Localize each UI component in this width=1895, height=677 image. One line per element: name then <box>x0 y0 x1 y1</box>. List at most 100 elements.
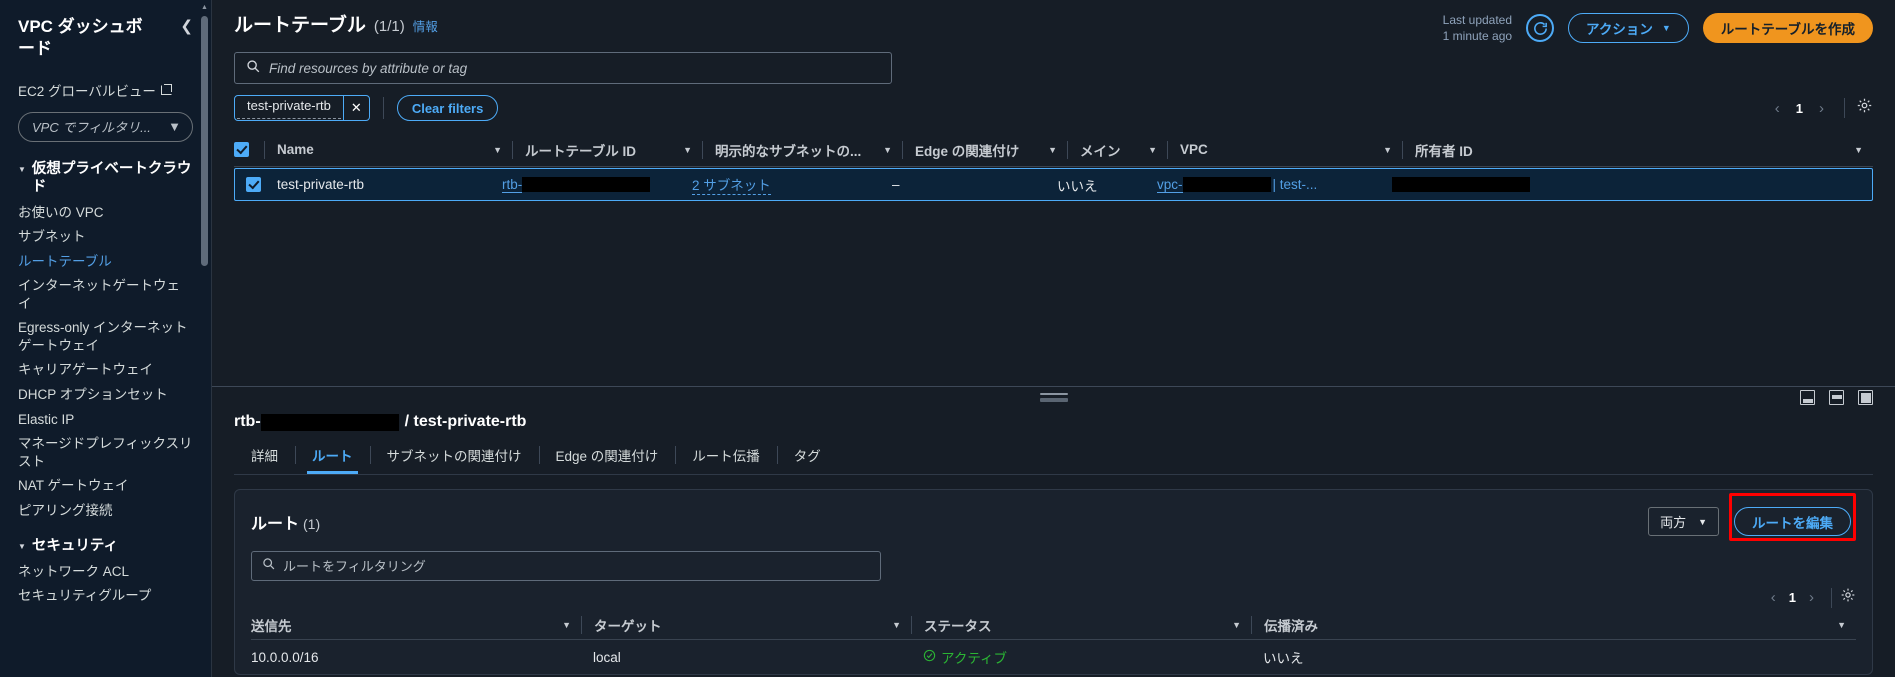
sidebar-group-vpc[interactable]: ▼ 仮想プライベートクラウド <box>18 160 193 197</box>
routes-filter-field[interactable] <box>283 558 870 574</box>
route-table-id-link[interactable]: rtb- <box>502 177 523 193</box>
row-checkbox[interactable] <box>246 177 261 193</box>
sort-descending-icon[interactable]: ▼ <box>892 620 911 630</box>
redacted-vpc-id <box>1182 177 1271 193</box>
column-header-owner-id[interactable]: 所有者 ID ▼ <box>1402 133 1873 166</box>
divider <box>1402 140 1403 159</box>
sort-descending-icon[interactable]: ▼ <box>883 145 902 155</box>
sidebar-item-elastic-ips[interactable]: Elastic IP <box>18 404 193 429</box>
sort-descending-icon[interactable]: ▼ <box>1232 620 1251 630</box>
sort-descending-icon[interactable]: ▼ <box>493 145 512 155</box>
sidebar-item-managed-prefix-lists[interactable]: マネージドプレフィックスリスト <box>18 428 193 470</box>
pagination-next-button[interactable]: › <box>1810 100 1833 117</box>
routes-card: ルート(1) 両方 ▼ ルートを編集 ‹ 1 <box>234 489 1873 675</box>
routes-table-row[interactable]: 10.0.0.0/16 local アクティブ いいえ <box>251 640 1856 674</box>
info-link[interactable]: 情報 <box>413 16 438 35</box>
search-input[interactable] <box>234 52 892 85</box>
divider <box>702 140 703 159</box>
gear-icon[interactable] <box>1840 587 1856 608</box>
panel-side-icon[interactable] <box>1829 390 1844 405</box>
column-header-main[interactable]: メイン ▼ <box>1067 133 1167 166</box>
routes-column-destination[interactable]: 送信先 ▼ <box>251 610 581 639</box>
resize-handle[interactable] <box>1039 393 1068 402</box>
routes-pagination-next-button[interactable]: › <box>1800 589 1823 606</box>
column-header-name[interactable]: Name ▼ <box>264 133 512 166</box>
column-header-edge-association[interactable]: Edge の関連付け ▼ <box>902 133 1067 166</box>
cell-route-table-id[interactable]: rtb- <box>502 169 692 200</box>
cell-owner-id <box>1392 169 1872 200</box>
route-type-select[interactable]: 両方 ▼ <box>1648 507 1719 536</box>
scrollbar-thumb[interactable] <box>201 16 208 266</box>
clear-filters-button[interactable]: Clear filters <box>396 95 499 122</box>
route-tables-pane: ルートテーブル (1/1) 情報 Last updated 1 minute a… <box>212 0 1895 386</box>
sidebar-item-peering-connections[interactable]: ピアリング接続 <box>18 495 193 520</box>
create-route-table-button[interactable]: ルートテーブルを作成 <box>1702 13 1873 44</box>
column-header-vpc[interactable]: VPC ▼ <box>1167 133 1402 166</box>
routes-column-propagated[interactable]: 伝播済み ▼ <box>1251 610 1856 639</box>
select-all-checkbox[interactable] <box>234 142 249 158</box>
vpc-filter-select[interactable]: VPC でフィルタリ... ▼ <box>18 111 193 142</box>
sort-descending-icon[interactable]: ▼ <box>1148 145 1167 155</box>
tab-details[interactable]: 詳細 <box>234 439 295 474</box>
routes-column-status[interactable]: ステータス ▼ <box>911 610 1251 639</box>
sidebar-item-security-groups[interactable]: セキュリティグループ <box>18 580 193 605</box>
sidebar-item-your-vpcs[interactable]: お使いの VPC <box>18 197 193 222</box>
tab-routes[interactable]: ルート <box>295 439 370 474</box>
sort-descending-icon[interactable]: ▼ <box>683 145 702 155</box>
table-row[interactable]: test-private-rtb rtb- 2 サブネット – いいえ vpc-… <box>234 168 1873 202</box>
refresh-icon[interactable] <box>1526 14 1555 43</box>
sort-descending-icon[interactable]: ▼ <box>1837 620 1856 630</box>
sidebar-item-carrier-gateways[interactable]: キャリアゲートウェイ <box>18 354 193 379</box>
tab-tags[interactable]: タグ <box>776 439 838 474</box>
tab-route-propagation[interactable]: ルート伝播 <box>675 439 777 474</box>
routes-column-target[interactable]: ターゲット ▼ <box>581 610 911 639</box>
subnets-link[interactable]: 2 サブネット <box>692 174 771 196</box>
routes-pagination: ‹ 1 › <box>251 587 1856 608</box>
tab-subnet-associations[interactable]: サブネットの関連付け <box>369 439 539 474</box>
sidebar-scrollbar[interactable]: ▲ <box>201 4 208 673</box>
sidebar-item-egress-only-igw[interactable]: Egress-only インターネットゲートウェイ <box>18 312 193 354</box>
column-header-main-label: メイン <box>1080 143 1121 159</box>
sidebar-collapse-icon[interactable]: ❮ <box>180 16 193 34</box>
filter-chip[interactable]: test-private-rtb ✕ <box>234 95 370 122</box>
sidebar-item-subnets[interactable]: サブネット <box>18 221 193 246</box>
panel-layout-icons <box>1800 390 1873 405</box>
routes-cell-status: アクティブ <box>911 640 1251 674</box>
cell-name: test-private-rtb <box>277 177 365 193</box>
routes-pagination-page-1[interactable]: 1 <box>1785 590 1800 605</box>
sidebar-group-vpc-label: 仮想プライベートクラウド <box>31 160 192 196</box>
actions-button[interactable]: アクション ▼ <box>1568 13 1689 44</box>
cell-vpc[interactable]: vpc- | test-... <box>1157 169 1392 200</box>
cell-explicit-subnets[interactable]: 2 サブネット <box>692 169 892 200</box>
sidebar-item-nat-gateways[interactable]: NAT ゲートウェイ <box>18 470 193 495</box>
search-field[interactable] <box>269 60 880 76</box>
gear-icon[interactable] <box>1856 97 1873 119</box>
sidebar-item-route-tables[interactable]: ルートテーブル <box>18 246 193 271</box>
routes-pagination-prev-button[interactable]: ‹ <box>1762 589 1785 606</box>
sidebar-group-security[interactable]: ▼ セキュリティ <box>18 537 193 556</box>
column-header-route-table-id[interactable]: ルートテーブル ID ▼ <box>512 133 702 166</box>
sidebar-item-internet-gateways[interactable]: インターネットゲートウェイ <box>18 270 193 312</box>
detail-panel: rtb- / test-private-rtb 詳細 ルート サブネットの関連付け… <box>212 409 1895 474</box>
sort-descending-icon[interactable]: ▼ <box>562 620 581 630</box>
sidebar-item-ec2-global-view[interactable]: EC2 グローバルビュー <box>18 80 193 100</box>
sort-descending-icon[interactable]: ▼ <box>1048 145 1067 155</box>
sort-descending-icon[interactable]: ▼ <box>1854 145 1873 155</box>
sort-descending-icon[interactable]: ▼ <box>1383 145 1402 155</box>
close-icon[interactable]: ✕ <box>342 96 369 121</box>
split-panel-toolbar <box>212 387 1895 409</box>
panel-full-icon[interactable] <box>1858 390 1873 405</box>
routes-card-count: (1) <box>303 515 321 532</box>
column-header-explicit-subnet[interactable]: 明示的なサブネットの... ▼ <box>702 133 902 166</box>
pagination-page-1[interactable]: 1 <box>1792 101 1807 116</box>
vpc-link[interactable]: vpc- <box>1157 177 1183 193</box>
edit-routes-button[interactable]: ルートを編集 <box>1734 507 1851 536</box>
pagination-prev-button[interactable]: ‹ <box>1766 100 1789 117</box>
scroll-up-arrow-icon[interactable]: ▲ <box>201 4 208 12</box>
panel-bottom-icon[interactable] <box>1800 390 1815 405</box>
sidebar-item-dhcp-option-sets[interactable]: DHCP オプションセット <box>18 379 193 404</box>
sidebar-item-network-acls[interactable]: ネットワーク ACL <box>18 556 193 581</box>
tab-edge-associations[interactable]: Edge の関連付け <box>538 439 676 474</box>
routes-filter-input[interactable] <box>251 551 881 581</box>
page-title: ルートテーブル <box>234 15 366 36</box>
